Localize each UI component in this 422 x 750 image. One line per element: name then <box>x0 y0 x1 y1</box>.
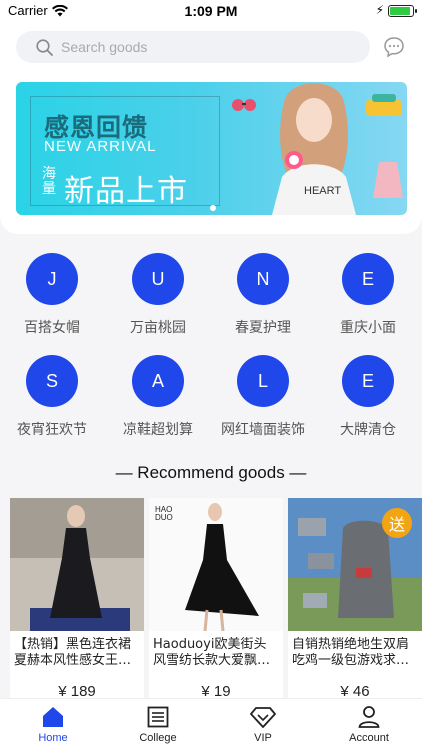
goods-price: ¥ 189 <box>58 683 96 698</box>
goods-title: Haoduoyi欧美街头 风雪纺长款大爱飘… <box>149 631 283 673</box>
category-label: 春夏护理 <box>235 320 291 336</box>
search-input[interactable] <box>61 39 341 55</box>
category-letter-badge: L <box>237 355 289 407</box>
banner-subtitle: NEW ARRIVAL <box>44 138 157 155</box>
category-letter-badge: J <box>26 253 78 305</box>
goods-title-line: 风雪纺长款大爱飘… <box>153 653 271 668</box>
status-time: 1:09 PM <box>184 3 238 19</box>
svg-text:DUO: DUO <box>155 513 173 522</box>
category-item[interactable]: E 大牌清仓 <box>316 355 420 439</box>
promo-banner[interactable]: 感恩回馈 NEW ARRIVAL 海量 新品上市 HEART <box>16 82 407 215</box>
header-card: 感恩回馈 NEW ARRIVAL 海量 新品上市 HEART <box>0 22 422 234</box>
category-label: 重庆小面 <box>340 320 396 336</box>
tab-home[interactable]: Home <box>8 705 98 744</box>
category-letter-badge: N <box>237 253 289 305</box>
tab-bar: Home College VIP Account <box>0 698 422 750</box>
person-icon <box>358 706 380 728</box>
goods-image <box>10 498 144 631</box>
model-illustration: HEART <box>272 83 356 215</box>
diamond-icon <box>250 707 276 728</box>
category-label: 百搭女帽 <box>24 320 80 336</box>
goods-title: 自销热销绝地生双肩 吃鸡一级包游戏求… <box>288 631 422 673</box>
goods-title: 【热销】黑色连衣裙 夏赫本风性感女王… <box>10 631 144 673</box>
search-icon <box>36 38 53 56</box>
category-item[interactable]: E 重庆小面 <box>316 253 420 337</box>
banner-page-dot[interactable] <box>210 205 216 211</box>
goods-title-line: 自销热销绝地生双肩 <box>292 637 410 652</box>
goods-title-line: 吃鸡一级包游戏求… <box>292 653 410 668</box>
category-item[interactable]: U 万亩桃园 <box>106 253 210 337</box>
category-letter-badge: A <box>132 355 184 407</box>
goods-card[interactable]: 【热销】黑色连衣裙 夏赫本风性感女王… ¥ 189 <box>10 498 144 698</box>
category-item[interactable]: A 凉鞋超划算 <box>106 355 210 439</box>
goods-title-line: 夏赫本风性感女王… <box>14 653 132 668</box>
category-letter-badge: U <box>132 253 184 305</box>
tab-college[interactable]: College <box>113 705 203 744</box>
goods-image: HAO DUO <box>149 498 283 631</box>
tab-label: Home <box>38 732 68 744</box>
tab-label: Account <box>349 732 389 744</box>
category-label: 大牌清仓 <box>340 422 396 438</box>
message-icon[interactable] <box>383 36 405 58</box>
svg-text:HEART: HEART <box>304 185 341 197</box>
category-item[interactable]: N 春夏护理 <box>211 253 315 337</box>
category-label: 凉鞋超划算 <box>123 422 193 438</box>
banner-headline: 新品上市 <box>64 174 188 209</box>
tab-label: College <box>139 732 177 744</box>
home-icon <box>43 707 63 727</box>
category-letter-badge: E <box>342 253 394 305</box>
category-item[interactable]: J 百搭女帽 <box>0 253 104 337</box>
goods-card[interactable]: 送 自销热销绝地生双肩 吃鸡一级包游戏求… ¥ 46 <box>288 498 422 698</box>
tab-label: VIP <box>254 732 272 744</box>
skirt-icon <box>373 162 403 198</box>
category-letter-badge: S <box>26 355 78 407</box>
bag-icon <box>366 94 402 116</box>
search-bar[interactable] <box>16 31 370 63</box>
battery-icon <box>388 5 417 17</box>
banner-side-text: 海量 <box>42 165 56 196</box>
category-label: 夜宵狂欢节 <box>17 422 87 438</box>
category-item[interactable]: S 夜宵狂欢节 <box>0 355 104 439</box>
status-bar: Carrier 1:09 PM ⚡ <box>0 0 422 22</box>
goods-card[interactable]: HAO DUO Haoduoyi欧美街头 风雪纺长款大爱飘… ¥ 19 <box>149 498 283 698</box>
battery-level <box>390 7 410 15</box>
charging-icon: ⚡ <box>375 3 384 17</box>
category-label: 网红墙面装饰 <box>221 422 305 438</box>
category-letter-badge: E <box>342 355 394 407</box>
sunglasses-icon <box>232 99 256 111</box>
tab-account[interactable]: Account <box>324 705 414 744</box>
tab-vip[interactable]: VIP <box>218 705 308 744</box>
goods-price: ¥ 19 <box>201 683 231 698</box>
goods-title-line: 【热销】黑色连衣裙 <box>14 637 132 652</box>
black-dress-photo <box>10 498 144 631</box>
goods-list: 【热销】黑色连衣裙 夏赫本风性感女王… ¥ 189 HAO DUO Haoduo… <box>0 498 422 698</box>
goods-price: ¥ 46 <box>340 683 370 698</box>
category-item[interactable]: L 网红墙面装饰 <box>211 355 315 439</box>
category-label: 万亩桃园 <box>130 320 186 336</box>
chiffon-dress-photo: HAO DUO <box>149 498 283 631</box>
gift-badge: 送 <box>382 508 412 538</box>
goods-image: 送 <box>288 498 422 631</box>
book-icon <box>147 706 169 728</box>
recommend-title: — Recommend goods — <box>115 463 307 482</box>
goods-title-line: Haoduoyi欧美街头 <box>153 637 267 652</box>
